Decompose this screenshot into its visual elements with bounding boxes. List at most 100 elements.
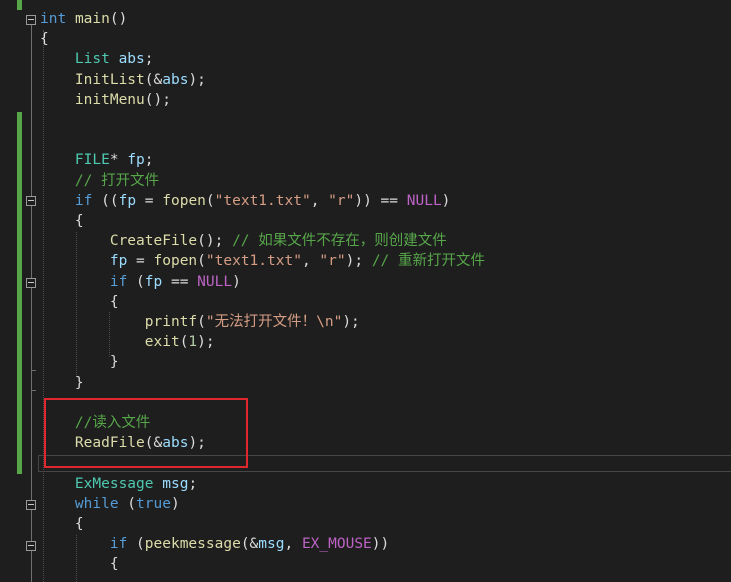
code-token: true — [136, 495, 171, 512]
code-token: ; — [144, 51, 154, 68]
fold-toggle-icon[interactable] — [26, 500, 36, 510]
code-line[interactable]: { — [40, 514, 84, 534]
change-marker — [17, 0, 22, 10]
code-line[interactable]: printf("无法打开文件！\n"); — [40, 312, 360, 332]
code-token: , — [284, 536, 302, 553]
code-token: CreateFile — [109, 233, 198, 250]
code-token: { — [40, 293, 119, 310]
code-token: exit — [144, 334, 180, 351]
code-line[interactable]: { — [40, 211, 84, 231]
code-token: () — [109, 11, 128, 27]
code-token: if — [109, 536, 128, 553]
code-token: msg — [162, 475, 189, 492]
code-token: ( — [127, 273, 145, 290]
fold-toggle-icon[interactable] — [26, 278, 36, 288]
code-token: } — [40, 374, 84, 391]
code-token: fp — [144, 273, 163, 290]
code-line[interactable]: } — [40, 373, 84, 393]
code-token: abs — [118, 51, 145, 68]
code-token: ( — [197, 314, 206, 330]
code-token: ( — [197, 253, 206, 270]
code-token: ); — [188, 71, 206, 88]
code-editor[interactable]: int main(){ List abs; InitList(&abs); in… — [0, 0, 731, 582]
code-line[interactable]: } — [40, 352, 119, 372]
code-token: (& — [144, 71, 163, 88]
code-token: fopen — [162, 192, 206, 209]
code-line[interactable]: { — [40, 29, 49, 49]
fold-line — [31, 206, 32, 278]
code-line[interactable]: { — [40, 292, 119, 312]
code-token: (& — [240, 536, 259, 553]
code-token: msg — [258, 536, 285, 553]
fold-line — [31, 288, 32, 500]
code-token: fp — [109, 253, 128, 270]
code-token: if — [74, 192, 93, 209]
fold-line — [31, 510, 32, 541]
code-line[interactable]: fp = fopen("text1.txt", "r"); // 重新打开文件 — [40, 251, 485, 271]
code-line[interactable]: initMenu(); — [40, 90, 171, 110]
code-token: "r" — [319, 253, 346, 270]
code-token: List — [74, 51, 110, 68]
code-token: NULL — [197, 273, 233, 290]
fold-toggle-icon[interactable] — [26, 541, 36, 551]
code-token: ) — [441, 192, 451, 209]
code-token: ExMessage — [74, 475, 154, 492]
code-token: ( — [118, 495, 137, 512]
code-line[interactable]: if (peekmessage(&msg, EX_MOUSE)) — [40, 534, 389, 554]
code-token: peekmessage — [144, 536, 241, 553]
fold-toggle-icon[interactable] — [26, 15, 36, 25]
code-token: , — [310, 192, 329, 209]
code-token: ) — [232, 273, 241, 290]
code-line[interactable]: exit(1); — [40, 332, 215, 352]
fold-end-tick — [31, 370, 36, 371]
code-line[interactable]: List abs; — [40, 49, 154, 69]
code-line[interactable]: FILE* fp; — [40, 150, 154, 170]
code-line[interactable]: { — [40, 554, 119, 574]
editor-gutter — [0, 0, 40, 582]
code-line[interactable]: CreateFile(); // 如果文件不存在，则创建文件 — [40, 231, 447, 251]
code-token: == — [162, 273, 198, 290]
code-token: )) == — [354, 192, 407, 209]
code-token: )) — [371, 536, 390, 553]
code-token: ); — [197, 334, 215, 351]
code-token: NULL — [406, 192, 442, 209]
code-token: (); — [197, 233, 233, 250]
highlight-annotation-box — [44, 398, 248, 468]
code-token: EX_MOUSE — [301, 536, 372, 553]
code-token: ; — [188, 475, 198, 492]
code-token: ); — [345, 253, 372, 270]
code-line[interactable]: if (fp == NULL) — [40, 272, 241, 292]
code-token: = — [136, 192, 163, 209]
code-line[interactable]: if ((fp = fopen("text1.txt", "r")) == NU… — [40, 191, 450, 211]
code-line[interactable]: while (true) — [40, 494, 180, 514]
fold-toggle-icon[interactable] — [26, 196, 36, 206]
code-token: (); — [144, 91, 171, 108]
code-token: // 如果文件不存在，则创建文件 — [232, 233, 447, 250]
fold-end-tick — [31, 390, 36, 391]
code-line[interactable]: ExMessage msg; — [40, 474, 197, 494]
code-token: { — [40, 213, 84, 229]
code-token: InitList — [74, 71, 145, 88]
code-token: ; — [144, 152, 154, 169]
code-token: if — [109, 273, 128, 290]
code-token: main — [74, 11, 110, 27]
code-line[interactable]: InitList(&abs); — [40, 70, 206, 90]
code-line[interactable]: // 打开文件 — [40, 171, 159, 191]
code-token: "text1.txt" — [205, 253, 302, 270]
code-token: int — [40, 11, 67, 27]
code-token: ); — [342, 314, 360, 330]
code-token: } — [40, 354, 119, 371]
code-token: while — [74, 495, 119, 512]
code-line[interactable]: int main() — [40, 9, 127, 29]
